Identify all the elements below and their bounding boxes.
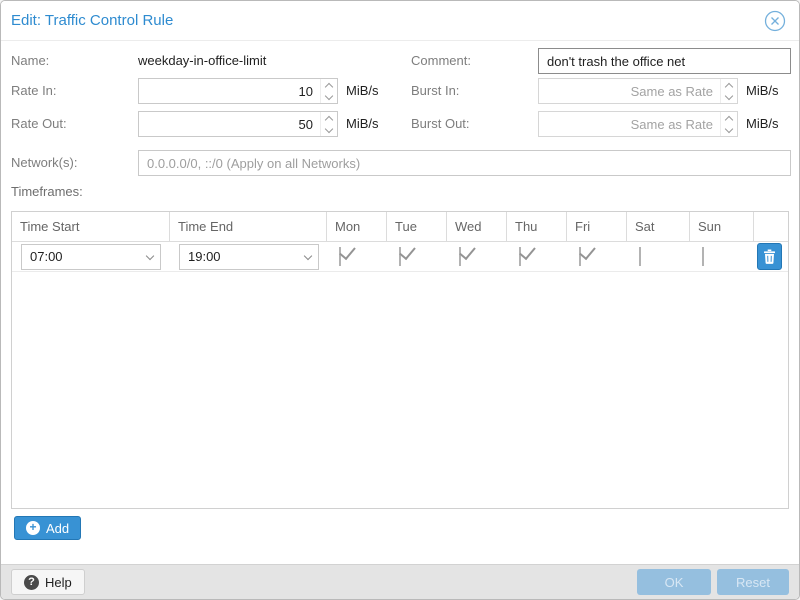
rate-out-field[interactable] xyxy=(138,111,338,137)
column-header-thu[interactable]: Thu xyxy=(507,212,567,241)
column-header-time-end[interactable]: Time End xyxy=(170,212,327,241)
burst-out-spinner[interactable] xyxy=(720,112,736,136)
burst-out-field[interactable] xyxy=(538,111,738,137)
help-button[interactable]: ? Help xyxy=(11,569,85,595)
networks-field[interactable] xyxy=(138,150,791,176)
burst-in-unit: MiB/s xyxy=(746,78,779,104)
mon-checkbox[interactable] xyxy=(339,247,341,266)
table-header-row: Time Start Time End Mon Tue Wed Thu Fri … xyxy=(12,212,788,242)
burst-out-unit: MiB/s xyxy=(746,111,779,137)
name-value: weekday-in-office-limit xyxy=(138,48,266,74)
column-header-tue[interactable]: Tue xyxy=(387,212,447,241)
name-label: Name: xyxy=(11,48,49,74)
column-header-time-start[interactable]: Time Start xyxy=(12,212,170,241)
dialog-title: Edit: Traffic Control Rule xyxy=(11,12,173,29)
ok-button[interactable]: OK xyxy=(637,569,711,595)
rate-out-spinner[interactable] xyxy=(320,112,336,136)
timeframes-label: Timeframes: xyxy=(11,179,83,205)
time-start-select[interactable]: 07:00 xyxy=(21,244,161,270)
spinner-up-icon[interactable] xyxy=(724,115,732,123)
burst-in-label: Burst In: xyxy=(411,78,459,104)
thu-checkbox[interactable] xyxy=(519,247,521,266)
column-header-wed[interactable]: Wed xyxy=(447,212,507,241)
comment-field[interactable] xyxy=(538,48,791,74)
add-button-label: Add xyxy=(46,521,69,536)
time-end-value: 19:00 xyxy=(188,245,221,269)
close-icon[interactable] xyxy=(764,10,786,32)
dialog-titlebar: Edit: Traffic Control Rule xyxy=(1,1,799,41)
sun-checkbox[interactable] xyxy=(702,247,704,266)
timeframes-table: Time Start Time End Mon Tue Wed Thu Fri … xyxy=(11,211,789,509)
trash-icon xyxy=(763,249,776,264)
edit-traffic-control-rule-dialog: Edit: Traffic Control Rule Name: weekday… xyxy=(0,0,800,600)
rate-in-field[interactable] xyxy=(138,78,338,104)
help-button-label: Help xyxy=(45,575,72,590)
time-start-value: 07:00 xyxy=(30,245,63,269)
burst-out-label: Burst Out: xyxy=(411,111,470,137)
burst-in-field[interactable] xyxy=(538,78,738,104)
spinner-down-icon[interactable] xyxy=(324,124,332,132)
spinner-down-icon[interactable] xyxy=(724,124,732,132)
comment-label: Comment: xyxy=(411,48,471,74)
plus-circle-icon: + xyxy=(26,521,40,535)
chevron-down-icon[interactable] xyxy=(140,245,160,269)
wed-checkbox[interactable] xyxy=(459,247,461,266)
spinner-down-icon[interactable] xyxy=(724,91,732,99)
tue-checkbox[interactable] xyxy=(399,247,401,266)
spinner-up-icon[interactable] xyxy=(324,115,332,123)
column-header-fri[interactable]: Fri xyxy=(567,212,627,241)
networks-label: Network(s): xyxy=(11,150,77,176)
rate-out-unit: MiB/s xyxy=(346,111,379,137)
spinner-up-icon[interactable] xyxy=(324,82,332,90)
rate-out-label: Rate Out: xyxy=(11,111,67,137)
spinner-down-icon[interactable] xyxy=(324,91,332,99)
rate-in-label: Rate In: xyxy=(11,78,57,104)
column-header-sun[interactable]: Sun xyxy=(690,212,754,241)
burst-in-spinner[interactable] xyxy=(720,79,736,103)
table-row: 07:00 19:00 xyxy=(12,242,788,272)
column-header-sat[interactable]: Sat xyxy=(627,212,690,241)
add-button[interactable]: + Add xyxy=(14,516,81,540)
time-end-select[interactable]: 19:00 xyxy=(179,244,319,270)
rate-in-unit: MiB/s xyxy=(346,78,379,104)
dialog-footer: ? Help OK Reset xyxy=(1,564,799,599)
column-header-actions xyxy=(754,212,788,241)
spinner-up-icon[interactable] xyxy=(724,82,732,90)
chevron-down-icon[interactable] xyxy=(298,245,318,269)
reset-button[interactable]: Reset xyxy=(717,569,789,595)
question-circle-icon: ? xyxy=(24,575,39,590)
rate-in-spinner[interactable] xyxy=(320,79,336,103)
sat-checkbox[interactable] xyxy=(639,247,641,266)
fri-checkbox[interactable] xyxy=(579,247,581,266)
delete-row-button[interactable] xyxy=(757,243,782,270)
column-header-mon[interactable]: Mon xyxy=(327,212,387,241)
